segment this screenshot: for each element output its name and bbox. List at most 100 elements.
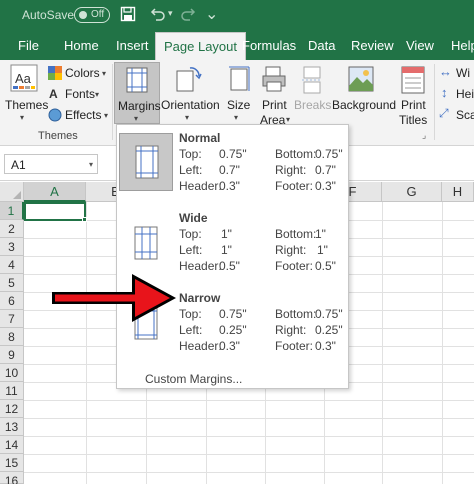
themes-group-label: Themes — [38, 130, 78, 142]
background-icon — [348, 66, 374, 92]
row-header-3[interactable]: 3 — [0, 238, 24, 256]
header-label: Header: — [179, 179, 222, 193]
column-header-a[interactable]: A — [24, 182, 86, 202]
normal-margins-icon — [135, 145, 159, 179]
right-label: Right: — [275, 323, 307, 337]
colors-icon — [48, 66, 62, 80]
row-header-2[interactable]: 2 — [0, 220, 24, 238]
row-header-8[interactable]: 8 — [0, 328, 24, 346]
breaks-label: Breaks — [294, 98, 332, 112]
tab-review[interactable]: Review — [351, 32, 394, 60]
top-value: 0.75" — [219, 307, 247, 321]
margins-icon — [126, 67, 148, 93]
print-area-button[interactable]: Print Area ▾ — [258, 62, 292, 127]
row-header-15[interactable]: 15 — [0, 454, 24, 472]
margins-caret-icon: ▾ — [134, 114, 139, 123]
fonts-button[interactable]: A Fonts ▾ — [48, 85, 110, 103]
row-header-7[interactable]: 7 — [0, 310, 24, 328]
colors-label: Colors — [65, 66, 100, 80]
width-label: Wi — [456, 66, 470, 80]
right-value: 0.7" — [315, 163, 336, 177]
row-header-4[interactable]: 4 — [0, 256, 24, 274]
background-button[interactable]: Background — [330, 62, 396, 124]
tab-file[interactable]: File — [18, 32, 39, 60]
row-header-1[interactable]: 1 — [0, 202, 24, 220]
tab-data[interactable]: Data — [308, 32, 335, 60]
size-button[interactable]: Size ▾ — [222, 62, 254, 124]
tab-insert[interactable]: Insert — [116, 32, 149, 60]
preset-name: Normal — [179, 131, 221, 145]
row-header-12[interactable]: 12 — [0, 400, 24, 418]
themes-caret-icon: ▾ — [20, 113, 25, 122]
fill-handle[interactable] — [82, 217, 87, 222]
tab-page-layout[interactable]: Page Layout — [155, 32, 247, 60]
themes-icon: Aa — [10, 64, 38, 92]
margin-preset-normal[interactable]: Normal Top: 0.75" Bottom: 0.75" Left: 0.… — [117, 125, 348, 205]
select-all-triangle — [13, 191, 21, 199]
autosave-toggle-knob — [79, 11, 87, 19]
margins-button[interactable]: Margins ▾ — [114, 62, 161, 124]
row-header-5[interactable]: 5 — [0, 274, 24, 292]
top-label: Top: — [179, 227, 202, 241]
tab-home[interactable]: Home — [64, 32, 99, 60]
scale-control[interactable]: ⤢ Sca — [438, 106, 474, 124]
column-header-h[interactable]: H — [442, 182, 474, 202]
header-value: 0.3" — [219, 179, 240, 193]
bottom-label: Bottom: — [275, 307, 317, 321]
name-box[interactable]: A1 ▾ — [4, 154, 98, 174]
width-control[interactable]: ↔ Wi — [438, 64, 474, 82]
margins-dropdown-menu: Normal Top: 0.75" Bottom: 0.75" Left: 0.… — [116, 124, 349, 389]
margins-label: Margins — [118, 99, 161, 113]
colors-button[interactable]: Colors ▾ — [48, 64, 110, 82]
orientation-icon — [176, 67, 202, 92]
row-header-11[interactable]: 11 — [0, 382, 24, 400]
group-separator — [434, 64, 435, 140]
row-header-16[interactable]: 16 — [0, 472, 24, 484]
tab-formulas[interactable]: Formulas — [242, 32, 296, 60]
breaks-button[interactable]: Breaks — [294, 62, 332, 124]
width-icon: ↔ — [439, 64, 452, 79]
column-header-g[interactable]: G — [382, 182, 442, 202]
print-titles-button[interactable]: Print Titles — [396, 62, 430, 127]
footer-value: 0.3" — [315, 339, 336, 353]
save-icon[interactable] — [120, 6, 136, 22]
row-header-14[interactable]: 14 — [0, 436, 24, 454]
redo-icon[interactable] — [180, 7, 196, 21]
footer-label: Footer: — [275, 339, 314, 353]
themes-button[interactable]: Aa Themes ▾ — [4, 62, 49, 124]
select-all-button[interactable] — [0, 182, 24, 202]
undo-dropdown-icon[interactable]: ▾ — [168, 8, 173, 19]
print-area-icon — [262, 66, 286, 92]
themes-label: Themes — [5, 98, 49, 112]
grid-line — [24, 418, 474, 419]
row-header-13[interactable]: 13 — [0, 418, 24, 436]
header-label: Header: — [179, 339, 222, 353]
height-control[interactable]: ↕ Hei — [438, 85, 474, 103]
active-cell-a1[interactable] — [24, 202, 86, 221]
autosave-toggle[interactable]: Off — [74, 7, 110, 23]
row-header-10[interactable]: 10 — [0, 364, 24, 382]
customize-toolbar-icon[interactable]: ⌄ — [205, 4, 218, 24]
ribbon-tabs: File Home Insert Page Layout Formulas Da… — [0, 32, 474, 60]
effects-caret-icon: ▾ — [104, 111, 109, 120]
row-header-9[interactable]: 9 — [0, 346, 24, 364]
tab-help[interactable]: Help — [451, 32, 474, 60]
orientation-button[interactable]: Orientation ▾ — [160, 62, 220, 124]
print-titles-icon — [401, 66, 425, 94]
custom-margins-item[interactable]: Custom Margins... — [145, 372, 242, 386]
grid-line — [24, 454, 474, 455]
bottom-label: Bottom: — [275, 227, 317, 241]
orientation-caret-icon: ▾ — [185, 113, 190, 122]
undo-icon[interactable] — [150, 7, 166, 21]
effects-button[interactable]: Effects ▾ — [48, 106, 110, 124]
footer-value: 0.5" — [315, 259, 336, 273]
header-label: Header: — [179, 259, 222, 273]
top-label: Top: — [179, 307, 202, 321]
name-box-caret-icon[interactable]: ▾ — [89, 160, 93, 169]
preset-name: Narrow — [179, 291, 221, 305]
left-value: 0.25" — [219, 323, 247, 337]
page-setup-launcher-icon[interactable]: ⌟ — [422, 130, 426, 141]
tab-view[interactable]: View — [406, 32, 434, 60]
row-header-6[interactable]: 6 — [0, 292, 24, 310]
scale-label: Sca — [456, 108, 474, 122]
